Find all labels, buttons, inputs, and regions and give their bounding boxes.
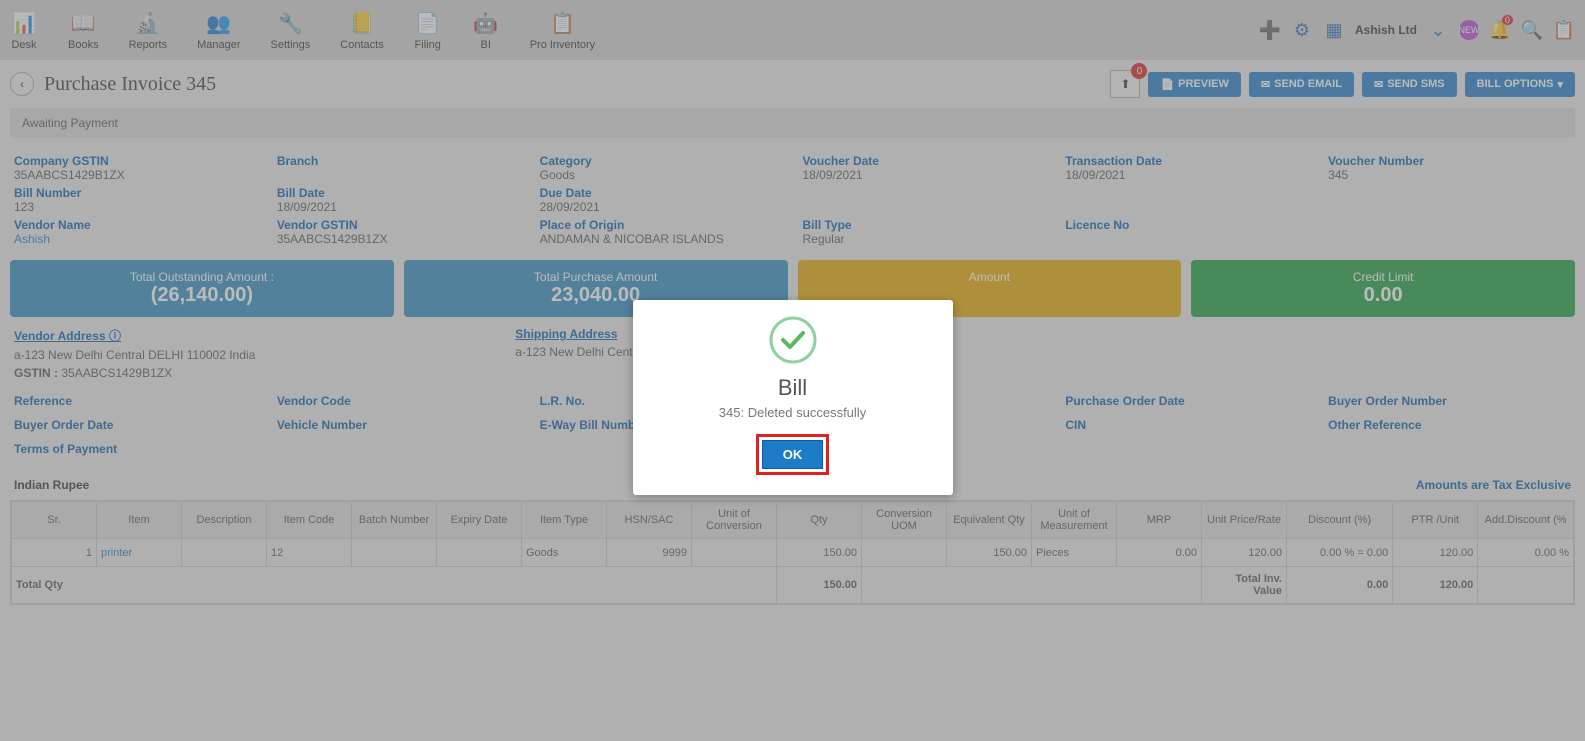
ok-highlight: OK <box>756 434 830 475</box>
modal-message: 345: Deleted successfully <box>653 405 933 420</box>
modal-title: Bill <box>653 375 933 401</box>
modal-overlay[interactable]: Bill 345: Deleted successfully OK <box>0 0 1585 741</box>
check-circle-icon <box>769 316 817 364</box>
ok-button[interactable]: OK <box>762 440 824 469</box>
success-modal: Bill 345: Deleted successfully OK <box>633 300 953 495</box>
